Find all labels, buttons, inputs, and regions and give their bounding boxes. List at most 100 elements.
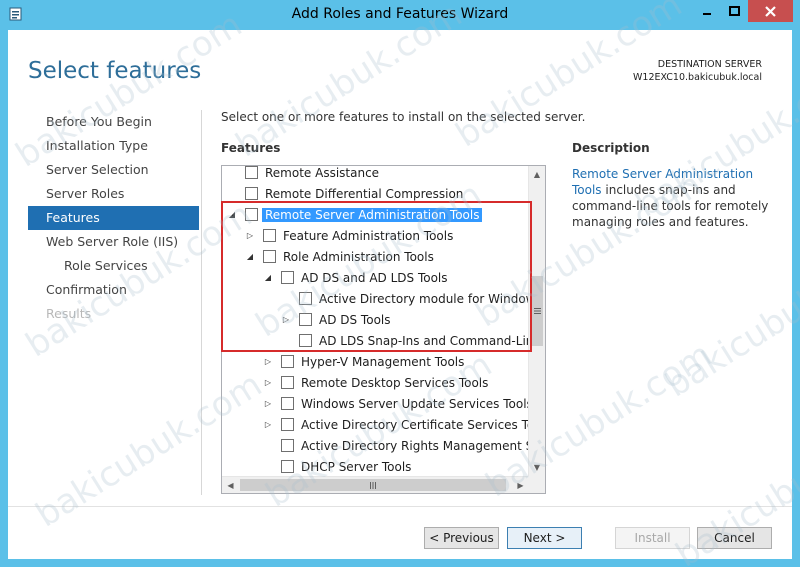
feature-label[interactable]: AD DS and AD LDS Tools — [301, 271, 448, 285]
expanded-arrow-icon[interactable]: ◢ — [227, 210, 237, 220]
destination-server-info: DESTINATION SERVER W12EXC10.bakicubuk.lo… — [633, 58, 762, 84]
feature-checkbox[interactable] — [263, 250, 276, 263]
feature-checkbox[interactable] — [281, 271, 294, 284]
feature-checkbox[interactable] — [245, 166, 258, 179]
next-button[interactable]: Next > — [507, 527, 582, 549]
tree-row[interactable]: Remote Differential Compression — [227, 183, 463, 204]
feature-label[interactable]: AD DS Tools — [319, 313, 391, 327]
nav-item-web-server-role[interactable]: Web Server Role (IIS) — [28, 230, 199, 254]
wizard-window: Add Roles and Features Wizard Select fea… — [0, 0, 800, 575]
feature-checkbox[interactable] — [245, 187, 258, 200]
wizard-content: Select features DESTINATION SERVER W12EX… — [8, 30, 792, 559]
nav-item-confirmation[interactable]: Confirmation — [28, 278, 199, 302]
feature-label[interactable]: Active Directory Rights Management Servi… — [301, 439, 545, 453]
nav-divider — [201, 110, 202, 495]
scroll-up-icon[interactable]: ▲ — [529, 166, 545, 183]
tree-row[interactable]: ▷ Hyper-V Management Tools — [263, 351, 464, 372]
feature-checkbox[interactable] — [281, 355, 294, 368]
footer-divider — [8, 506, 792, 507]
feature-checkbox[interactable] — [281, 460, 294, 473]
minimize-icon — [703, 13, 711, 15]
previous-button[interactable]: < Previous — [424, 527, 499, 549]
feature-label[interactable]: Hyper-V Management Tools — [301, 355, 464, 369]
feature-label[interactable]: DHCP Server Tools — [301, 460, 411, 474]
collapsed-arrow-icon[interactable]: ▷ — [263, 420, 273, 430]
instruction-text: Select one or more features to install o… — [221, 110, 586, 124]
nav-item-before-you-begin[interactable]: Before You Begin — [28, 110, 199, 134]
description-text: Remote Server Administration Tools inclu… — [572, 166, 777, 230]
feature-label[interactable]: Windows Server Update Services Tools — [301, 397, 533, 411]
collapsed-arrow-icon[interactable]: ▷ — [245, 231, 255, 241]
feature-checkbox[interactable] — [281, 439, 294, 452]
nav-item-server-selection[interactable]: Server Selection — [28, 158, 199, 182]
tree-row[interactable]: ◢ Remote Server Administration Tools — [227, 204, 483, 225]
tree-row[interactable]: ▷ Remote Desktop Services Tools — [263, 372, 488, 393]
minimize-button[interactable] — [694, 0, 720, 22]
feature-label[interactable]: Feature Administration Tools — [283, 229, 453, 243]
scroll-left-icon[interactable]: ◀ — [222, 477, 239, 493]
feature-checkbox[interactable] — [299, 334, 312, 347]
feature-label[interactable]: Remote Server Administration Tools — [262, 207, 483, 222]
collapsed-arrow-icon[interactable]: ▷ — [263, 399, 273, 409]
tree-row[interactable]: Active Directory Rights Management Servi… — [263, 435, 545, 456]
scroll-right-icon[interactable]: ▶ — [512, 477, 529, 493]
vertical-scrollbar[interactable]: ▲ ▼ — [528, 166, 545, 476]
feature-label[interactable]: AD LDS Snap-Ins and Command-Line To — [319, 334, 545, 348]
scroll-thumb[interactable] — [531, 276, 543, 346]
scrollbar-corner — [528, 476, 545, 493]
grip-icon — [370, 481, 376, 489]
feature-checkbox[interactable] — [281, 376, 294, 389]
collapsed-arrow-icon[interactable]: ▷ — [263, 378, 273, 388]
feature-checkbox[interactable] — [299, 313, 312, 326]
feature-label[interactable]: Role Administration Tools — [283, 250, 434, 264]
features-tree[interactable]: Remote Assistance Remote Differential Com… — [221, 165, 546, 494]
close-button[interactable] — [748, 0, 793, 22]
scroll-down-icon[interactable]: ▼ — [529, 459, 545, 476]
tree-row[interactable]: ▷ AD DS Tools — [281, 309, 391, 330]
feature-label[interactable]: Active Directory Certificate Services To… — [301, 418, 545, 432]
feature-checkbox[interactable] — [281, 418, 294, 431]
nav-item-server-roles[interactable]: Server Roles — [28, 182, 199, 206]
hscroll-thumb[interactable] — [240, 479, 506, 491]
tree-row[interactable]: DHCP Server Tools — [263, 456, 411, 477]
tree-row[interactable]: ◢ Role Administration Tools — [245, 246, 434, 267]
title-bar[interactable]: Add Roles and Features Wizard — [0, 0, 800, 30]
tree-row[interactable]: Active Directory module for Windows Po — [281, 288, 545, 309]
feature-checkbox[interactable] — [299, 292, 312, 305]
feature-label[interactable]: Remote Assistance — [265, 166, 379, 180]
tree-row[interactable]: AD LDS Snap-Ins and Command-Line To — [281, 330, 545, 351]
maximize-icon — [728, 6, 740, 16]
install-button: Install — [615, 527, 690, 549]
collapsed-arrow-icon[interactable]: ▷ — [281, 315, 291, 325]
features-header: Features — [221, 141, 281, 155]
feature-label[interactable]: Remote Differential Compression — [265, 187, 463, 201]
tree-row[interactable]: ▷ Feature Administration Tools — [245, 225, 453, 246]
feature-label[interactable]: Remote Desktop Services Tools — [301, 376, 488, 390]
tree-row[interactable]: ▷ Windows Server Update Services Tools — [263, 393, 533, 414]
cancel-button[interactable]: Cancel — [697, 527, 772, 549]
horizontal-scrollbar[interactable]: ◀ ▶ — [222, 476, 529, 493]
grip-icon — [533, 308, 541, 314]
tree-row[interactable]: ◢ AD DS and AD LDS Tools — [263, 267, 448, 288]
collapsed-arrow-icon[interactable]: ▷ — [263, 357, 273, 367]
page-title: Select features — [28, 58, 202, 84]
nav-item-features[interactable]: Features — [28, 206, 199, 230]
feature-checkbox[interactable] — [263, 229, 276, 242]
tree-row[interactable]: Remote Assistance — [227, 166, 379, 183]
nav-item-role-services[interactable]: Role Services — [28, 254, 199, 278]
maximize-button[interactable] — [721, 0, 747, 22]
close-icon — [765, 5, 776, 17]
tree-row[interactable]: ▷ Active Directory Certificate Services T… — [263, 414, 545, 435]
expanded-arrow-icon[interactable]: ◢ — [263, 273, 273, 283]
expanded-arrow-icon[interactable]: ◢ — [245, 252, 255, 262]
feature-checkbox[interactable] — [245, 208, 258, 221]
feature-checkbox[interactable] — [281, 397, 294, 410]
description-body: includes snap-ins and command-line tools… — [572, 183, 769, 229]
destination-label: DESTINATION SERVER — [657, 59, 762, 70]
feature-label[interactable]: Active Directory module for Windows Po — [319, 292, 545, 306]
nav-item-installation-type[interactable]: Installation Type — [28, 134, 199, 158]
